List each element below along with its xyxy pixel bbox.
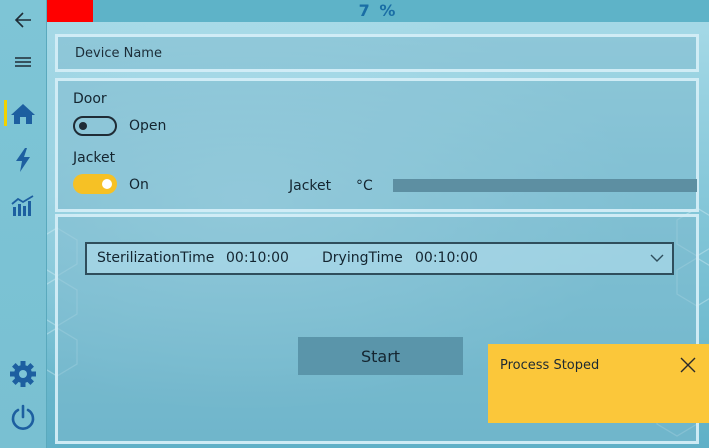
gear-icon: [10, 361, 36, 387]
device-name-panel: Device Name: [55, 34, 699, 72]
nav-settings[interactable]: [0, 354, 46, 394]
home-icon: [11, 104, 35, 124]
close-icon[interactable]: [679, 356, 697, 374]
program-select[interactable]: SterilizationTime 00:10:00 DryingTime 00…: [85, 242, 674, 275]
progress-bar: 7 %: [47, 0, 709, 22]
nav-power-off[interactable]: [0, 398, 46, 438]
back-arrow-icon: [14, 12, 31, 28]
nav-charts[interactable]: [0, 186, 46, 226]
door-state-label: Open: [129, 118, 167, 134]
start-button-label: Start: [360, 346, 401, 366]
toast-message: Process Stoped: [500, 358, 600, 373]
hamburger-menu-icon: [15, 57, 31, 67]
sidebar: [0, 0, 47, 448]
nav-power[interactable]: [0, 140, 46, 180]
lightning-icon: [16, 148, 30, 172]
nav-home[interactable]: [0, 94, 46, 134]
power-icon: [11, 404, 35, 430]
status-toast: Process Stoped: [488, 344, 709, 423]
jacket-toggle-knob: [102, 179, 112, 189]
jacket-label: Jacket: [73, 150, 116, 166]
progress-text: 7 %: [358, 1, 398, 20]
sterilization-time-label: SterilizationTime: [97, 250, 215, 266]
jacket-temp-unit: °C: [356, 178, 373, 194]
jacket-temp-label: Jacket: [289, 178, 332, 194]
drying-time-label: DryingTime: [322, 250, 403, 266]
chevron-down-icon: [650, 254, 664, 262]
jacket-state-label: On: [129, 177, 149, 193]
jacket-temp-bar: [393, 179, 697, 192]
sterilization-time-value: 00:10:00: [226, 250, 289, 266]
drying-time-value: 00:10:00: [415, 250, 478, 266]
jacket-toggle[interactable]: [73, 174, 117, 194]
door-label: Door: [73, 91, 107, 107]
start-button[interactable]: Start: [298, 337, 463, 375]
menu-button[interactable]: [0, 42, 46, 82]
bar-chart-icon: [11, 195, 34, 216]
door-toggle-knob: [79, 122, 87, 130]
device-name-label: Device Name: [75, 46, 162, 61]
back-button[interactable]: [0, 0, 46, 40]
door-toggle[interactable]: [73, 116, 117, 136]
controls-panel: Door Open Jacket On Jacket °C: [55, 78, 699, 212]
